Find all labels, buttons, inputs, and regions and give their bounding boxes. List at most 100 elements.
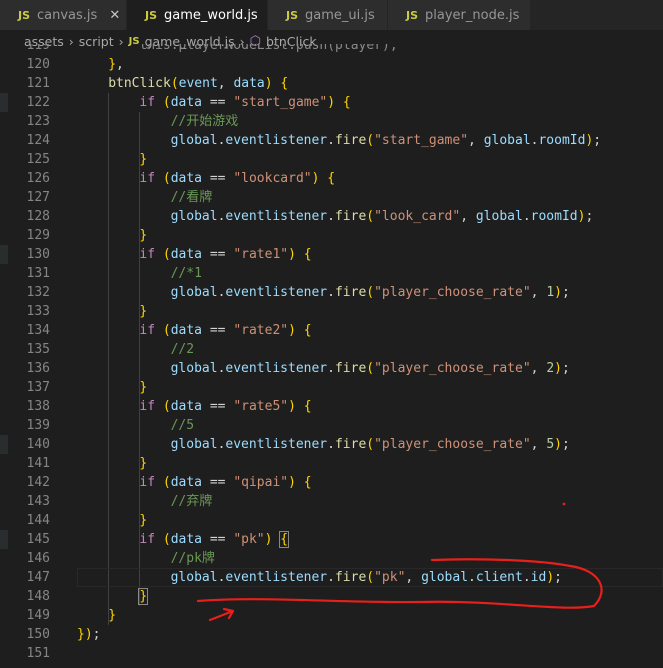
code-text[interactable]: //5 <box>171 416 194 435</box>
line-number: 137 <box>26 380 50 395</box>
line-number: 120 <box>26 57 50 72</box>
code-text[interactable]: } <box>139 378 147 397</box>
line-number: 151 <box>26 646 50 661</box>
line-number: 134 <box>26 323 50 338</box>
line-number: 135 <box>26 342 50 357</box>
code-editor[interactable]: 119 this.playerNodeList.push(player); 120}… <box>0 44 663 668</box>
tab-label: player_node.js <box>425 7 520 23</box>
code-line: 146 //pk牌 <box>0 549 663 568</box>
tab-player-node-js[interactable]: JS player_node.js <box>388 0 531 30</box>
code-line: 148} <box>0 587 663 606</box>
code-text[interactable]: if (data == "start_game") { <box>139 93 350 112</box>
tab-canvas-js[interactable]: JS canvas.js ✕ <box>0 0 127 30</box>
code-line: 125} <box>0 150 663 169</box>
line-number: 133 <box>26 304 50 319</box>
code-text[interactable]: } <box>139 302 147 321</box>
code-text[interactable]: //*1 <box>171 264 202 283</box>
line-number: 143 <box>26 494 50 509</box>
line-number: 132 <box>26 285 50 300</box>
code-line: 144} <box>0 511 663 530</box>
code-text[interactable]: } <box>139 150 147 169</box>
code-text[interactable]: } <box>139 454 147 473</box>
line-number: 138 <box>26 399 50 414</box>
code-line: 145 if (data == "pk") { <box>0 530 663 549</box>
line-number: 146 <box>26 551 50 566</box>
code-line: 120}, <box>0 55 663 74</box>
code-text[interactable]: //2 <box>171 340 194 359</box>
code-line: 137} <box>0 378 663 397</box>
code-line: 151 <box>0 644 663 663</box>
js-file-icon: JS <box>286 8 299 22</box>
code-text[interactable]: } <box>139 511 147 530</box>
code-line: 119 this.playerNodeList.push(player); <box>0 44 663 55</box>
code-text[interactable]: if (data == "qipai") { <box>139 473 311 492</box>
code-line: 133} <box>0 302 663 321</box>
line-number: 149 <box>26 608 50 623</box>
code-line: 140 global.eventlistener.fire("player_cho… <box>0 435 663 454</box>
code-line: 128 global.eventlistener.fire("look_card"… <box>0 207 663 226</box>
code-text[interactable]: } <box>139 226 147 245</box>
code-line: 134 if (data == "rate2") { <box>0 321 663 340</box>
code-text[interactable]: if (data == "lookcard") { <box>139 169 335 188</box>
code-text[interactable]: //看牌 <box>171 188 213 207</box>
line-number: 123 <box>26 114 50 129</box>
line-number: 122 <box>26 95 50 110</box>
line-number: 131 <box>26 266 50 281</box>
code-text[interactable]: } <box>108 606 116 625</box>
code-text[interactable]: } <box>138 587 149 606</box>
code-text[interactable]: }); <box>77 625 100 644</box>
code-text[interactable]: global.eventlistener.fire("player_choose… <box>171 359 570 378</box>
code-text[interactable]: //开始游戏 <box>171 112 239 131</box>
line-number: 148 <box>26 589 50 604</box>
js-file-icon: JS <box>406 8 419 22</box>
line-number: 119 <box>26 44 50 53</box>
code-text[interactable]: //弃牌 <box>171 492 213 511</box>
code-line: 142 if (data == "qipai") { <box>0 473 663 492</box>
close-icon[interactable]: ✕ <box>109 8 120 23</box>
line-number: 127 <box>26 190 50 205</box>
js-file-icon: JS <box>18 8 31 22</box>
code-text[interactable]: global.eventlistener.fire("look_card", g… <box>171 207 594 226</box>
code-text[interactable]: //pk牌 <box>171 549 215 568</box>
line-number: 141 <box>26 456 50 471</box>
code-text[interactable]: if (data == "rate5") { <box>139 397 311 416</box>
line-number: 145 <box>26 532 50 547</box>
line-number: 130 <box>26 247 50 262</box>
code-text[interactable]: this.playerNodeList.push(player); <box>139 44 397 55</box>
code-text[interactable]: if (data == "rate2") { <box>139 321 311 340</box>
line-number: 125 <box>26 152 50 167</box>
tab-game-world-js[interactable]: JS game_world.js ✕ <box>127 0 281 30</box>
tab-label: canvas.js <box>37 7 98 23</box>
code-line: 127 //看牌 <box>0 188 663 207</box>
code-text[interactable]: }, <box>108 55 124 74</box>
code-text[interactable]: global.eventlistener.fire("player_choose… <box>171 283 570 302</box>
code-line: 141} <box>0 454 663 473</box>
editor-tab-bar: JS canvas.js ✕ JS game_world.js ✕ JS gam… <box>0 0 663 30</box>
code-line: 129} <box>0 226 663 245</box>
code-line: 124 global.eventlistener.fire("start_game… <box>0 131 663 150</box>
tab-label: game_ui.js <box>305 7 375 23</box>
line-number: 126 <box>26 171 50 186</box>
code-text[interactable]: if (data == "rate1") { <box>139 245 311 264</box>
tab-game-ui-js[interactable]: JS game_ui.js <box>268 0 388 30</box>
line-number: 147 <box>26 570 50 585</box>
code-text[interactable]: global.eventlistener.fire("player_choose… <box>171 435 570 454</box>
code-line: 135 //2 <box>0 340 663 359</box>
line-number: 139 <box>26 418 50 433</box>
code-line: 136 global.eventlistener.fire("player_cho… <box>0 359 663 378</box>
code-line: 143 //弃牌 <box>0 492 663 511</box>
code-text[interactable]: btnClick(event, data) { <box>108 74 288 93</box>
line-number: 150 <box>26 627 50 642</box>
code-line: 126 if (data == "lookcard") { <box>0 169 663 188</box>
code-text[interactable]: global.eventlistener.fire("start_game", … <box>171 131 602 150</box>
code-line: 131 //*1 <box>0 264 663 283</box>
line-number: 136 <box>26 361 50 376</box>
code-line: 123 //开始游戏 <box>0 112 663 131</box>
code-line: 139 //5 <box>0 416 663 435</box>
line-number: 142 <box>26 475 50 490</box>
code-line: 122 if (data == "start_game") { <box>0 93 663 112</box>
line-number: 124 <box>26 133 50 148</box>
tab-label: game_world.js <box>164 7 258 23</box>
line-number: 144 <box>26 513 50 528</box>
code-text[interactable]: if (data == "pk") { <box>139 530 290 549</box>
